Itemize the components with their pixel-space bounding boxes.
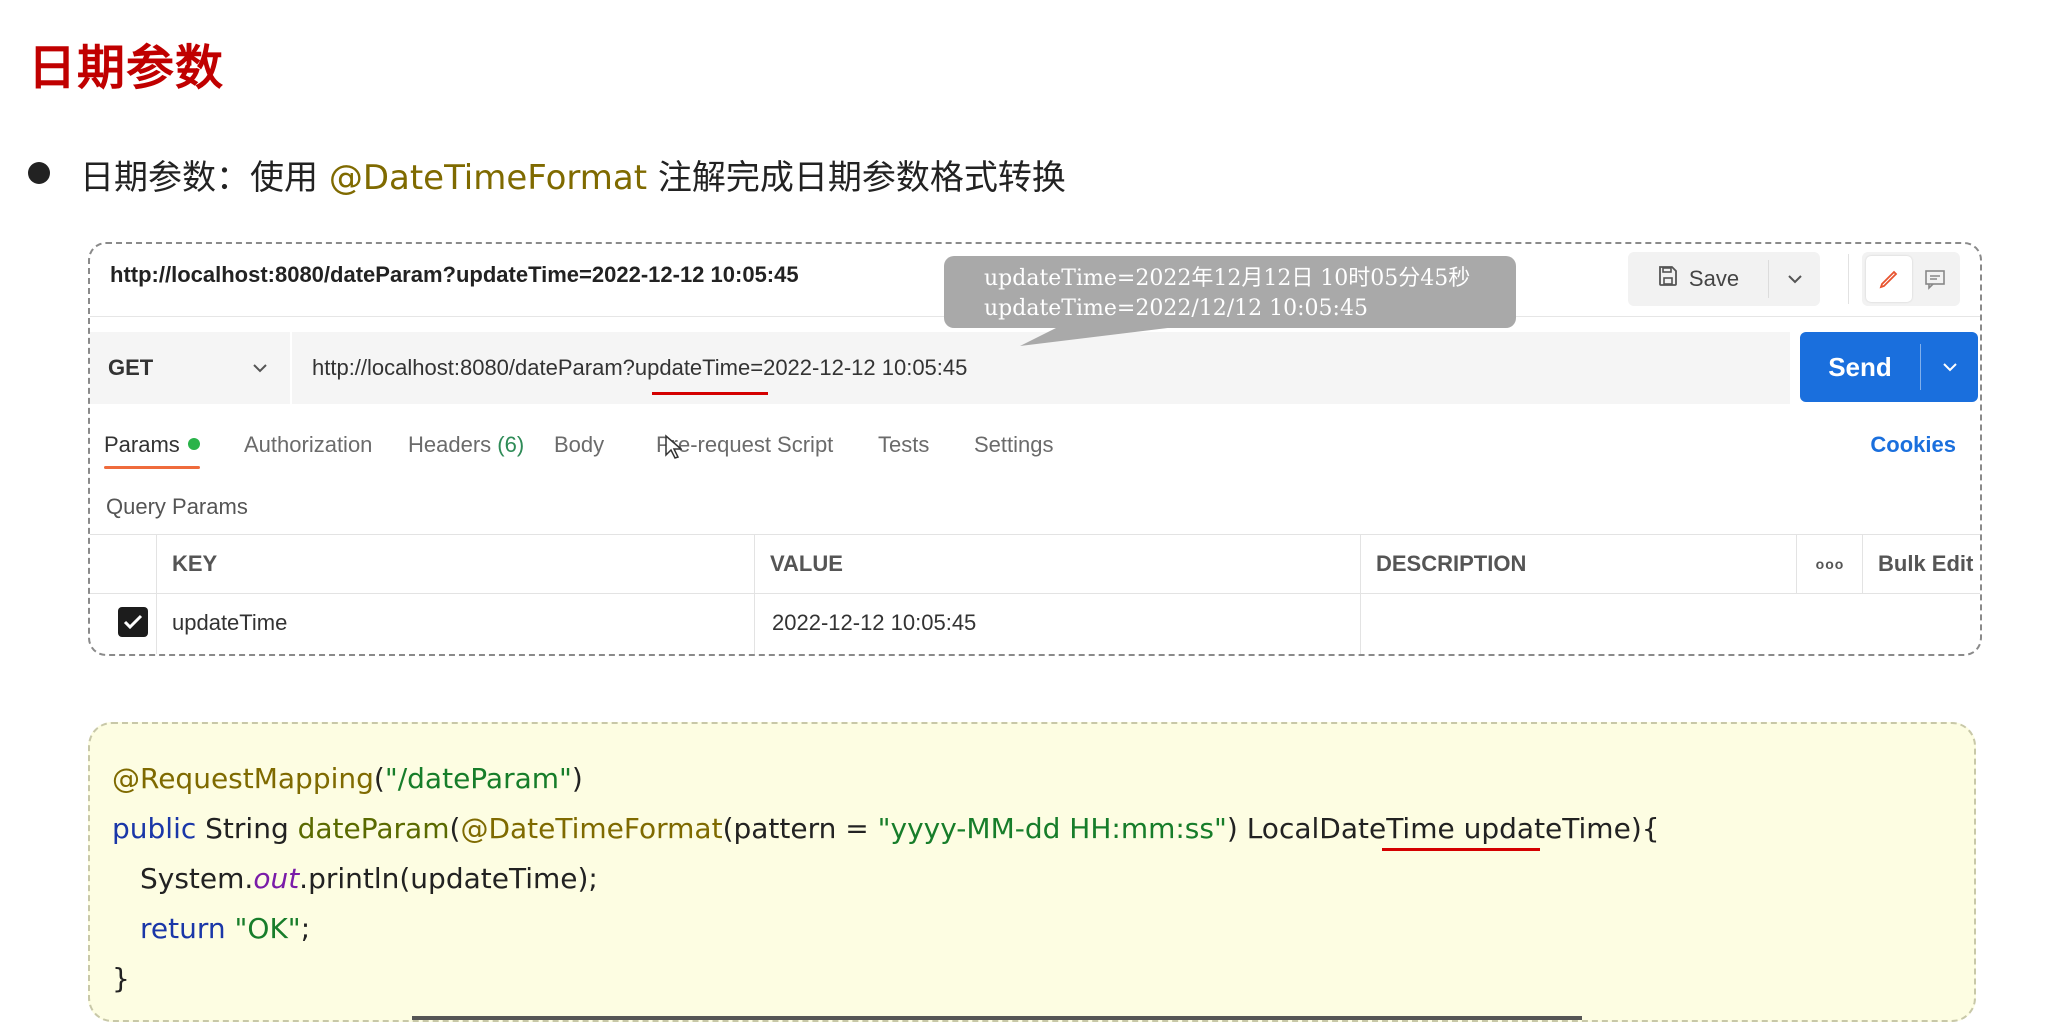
divider <box>156 535 157 654</box>
comment-icon <box>1925 270 1945 290</box>
tab-headers[interactable]: Headers (6) <box>408 432 524 458</box>
bullet-highlight: @DateTimeFormat <box>328 158 648 198</box>
code-keyword: public <box>112 812 197 845</box>
comments-button[interactable] <box>1912 256 1958 302</box>
column-header-key: KEY <box>172 551 218 576</box>
send-button[interactable]: Send <box>1800 332 1920 402</box>
method-label: GET <box>108 355 154 380</box>
tab-params-label: Params <box>104 432 180 457</box>
save-icon <box>1657 265 1679 293</box>
column-header-value: VALUE <box>770 551 843 576</box>
code-line-3: System.out.println(updateTime); <box>140 862 598 895</box>
bullet-suffix: 注解完成日期参数格式转换 <box>647 158 1066 198</box>
tooltip-line-1: updateTime=2022年12月12日 10时05分45秒 <box>984 266 1471 291</box>
code-annotation: @DateTimeFormat <box>460 812 723 845</box>
tab-body[interactable]: Body <box>554 432 604 458</box>
code-string: "yyyy-MM-dd HH:mm:ss" <box>877 812 1227 845</box>
code-line-2: public String dateParam(@DateTimeFormat(… <box>112 812 1660 845</box>
pencil-icon <box>1879 270 1898 289</box>
tab-prerequest-script[interactable]: Pre-request Script <box>656 432 833 458</box>
code-type: ) LocalDateTime <box>1226 812 1464 845</box>
view-mode-group <box>1862 252 1960 306</box>
method-select[interactable]: GET <box>90 332 290 404</box>
send-options-button[interactable] <box>1921 332 1978 402</box>
chevron-down-icon <box>253 364 267 373</box>
save-group: Save <box>1628 252 1820 306</box>
code-text: ; <box>300 912 311 945</box>
save-options-button[interactable] <box>1769 252 1820 306</box>
chevron-down-icon <box>1942 363 1957 372</box>
query-params-label: Query Params <box>106 494 248 519</box>
divider <box>90 593 1980 594</box>
column-header-description: DESCRIPTION <box>1376 551 1527 576</box>
save-label: Save <box>1688 266 1740 291</box>
code-string: "OK" <box>234 912 301 945</box>
divider <box>412 1016 1582 1020</box>
code-text: .println(updateTime); <box>299 862 598 895</box>
tab-authorization[interactable]: Authorization <box>244 432 372 458</box>
code-string: "/dateParam" <box>384 762 572 795</box>
divider <box>1848 254 1849 304</box>
code-keyword: return <box>140 912 226 945</box>
code-line-5: } <box>112 962 130 995</box>
param-value-cell[interactable]: 2022-12-12 10:05:45 <box>772 593 976 653</box>
slide-title: 日期参数 <box>28 40 225 96</box>
code-paren: ( <box>449 812 461 845</box>
tab-headers-label: Headers <box>408 432 492 457</box>
red-underline <box>1382 848 1540 851</box>
mouse-cursor-icon <box>664 434 684 464</box>
edit-button[interactable] <box>1866 256 1912 302</box>
params-table: KEY VALUE DESCRIPTION ooo Bulk Edit upda… <box>90 534 1980 654</box>
divider <box>1360 535 1361 654</box>
checkmark-icon <box>123 614 143 630</box>
tab-tests[interactable]: Tests <box>878 432 929 458</box>
code-field: out <box>253 862 300 895</box>
save-button[interactable]: Save <box>1628 252 1768 306</box>
bulk-edit-button[interactable]: Bulk Edit <box>1878 535 1973 593</box>
divider <box>1796 535 1797 593</box>
params-active-dot <box>187 438 200 450</box>
param-key-cell[interactable]: updateTime <box>172 593 287 653</box>
tab-params[interactable]: Params <box>104 432 200 458</box>
code-param: updateTime <box>1463 812 1631 845</box>
send-button-group: Send <box>1800 332 1978 402</box>
code-line-1: @RequestMapping("/dateParam") <box>112 762 583 795</box>
active-tab-indicator <box>104 466 200 469</box>
code-block: @RequestMapping("/dateParam") public Str… <box>88 722 1976 1022</box>
code-attr: (pattern = <box>722 812 878 845</box>
divider <box>754 535 755 654</box>
bullet-text: 日期参数：使用 @DateTimeFormat 注解完成日期参数格式转换 <box>80 150 1066 199</box>
code-method-name: dateParam <box>297 812 450 845</box>
code-paren: ( <box>373 762 385 795</box>
request-tab-title[interactable]: http://localhost:8080/dateParam?updateTi… <box>110 262 799 288</box>
bullet-prefix: 日期参数：使用 <box>80 158 329 198</box>
code-line-4: return "OK"; <box>140 912 310 945</box>
more-options-button[interactable]: ooo <box>1808 535 1852 593</box>
code-brace: ){ <box>1630 812 1660 845</box>
divider <box>1862 535 1863 593</box>
request-row: GET http://localhost:8080/dateParam?upda… <box>90 332 1790 404</box>
code-paren: ) <box>571 762 583 795</box>
request-tabs: Params Authorization Headers (6) Body Pr… <box>104 422 1964 472</box>
param-checkbox[interactable] <box>118 607 148 637</box>
headers-count: (6) <box>497 432 525 457</box>
code-type: String <box>196 812 298 845</box>
code-annotation: @RequestMapping <box>112 762 374 795</box>
code-text: System. <box>140 862 254 895</box>
url-input[interactable]: http://localhost:8080/dateParam?updateTi… <box>292 332 1790 404</box>
red-underline <box>652 392 768 395</box>
bullet-dot <box>28 162 50 184</box>
cookies-link[interactable]: Cookies <box>1870 432 1956 458</box>
tab-settings[interactable]: Settings <box>974 432 1054 458</box>
tooltip-line-2: updateTime=2022/12/12 10:05:45 <box>984 296 1368 321</box>
tooltip-callout: updateTime=2022年12月12日 10时05分45秒 updateT… <box>944 256 1516 328</box>
chevron-down-icon <box>1787 275 1802 284</box>
